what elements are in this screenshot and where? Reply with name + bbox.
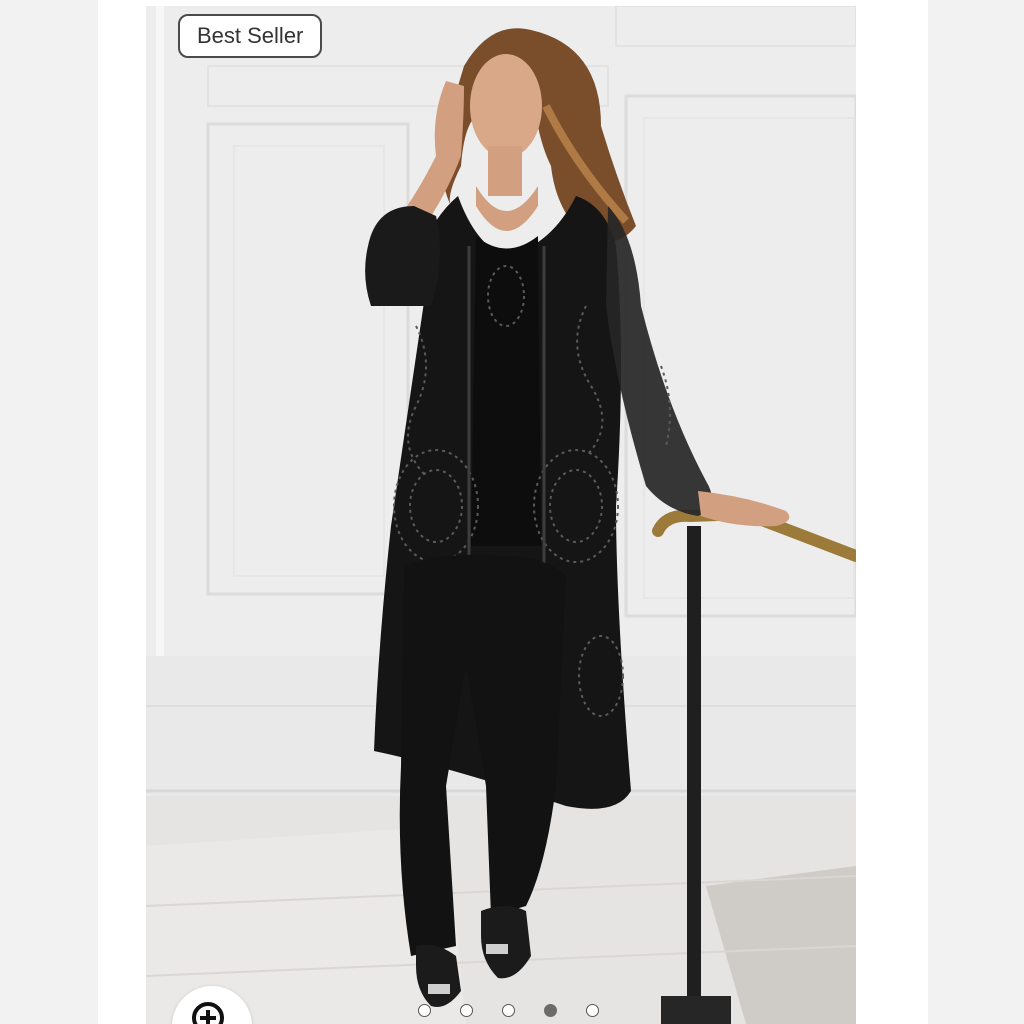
carousel-indicator (418, 1004, 628, 1017)
product-image-viewer: Best Seller (0, 0, 1024, 1024)
zoom-in-icon (192, 1002, 224, 1024)
carousel-dot-1[interactable] (418, 1004, 431, 1017)
carousel-dot-3[interactable] (502, 1004, 515, 1017)
carousel-dot-4[interactable] (544, 1004, 557, 1017)
right-margin (928, 0, 1024, 1024)
product-photo[interactable] (146, 6, 856, 1024)
carousel-dot-2[interactable] (460, 1004, 473, 1017)
carousel-dot-5[interactable] (586, 1004, 599, 1017)
best-seller-label: Best Seller (197, 23, 304, 48)
best-seller-badge: Best Seller (178, 14, 323, 58)
left-margin (0, 0, 98, 1024)
